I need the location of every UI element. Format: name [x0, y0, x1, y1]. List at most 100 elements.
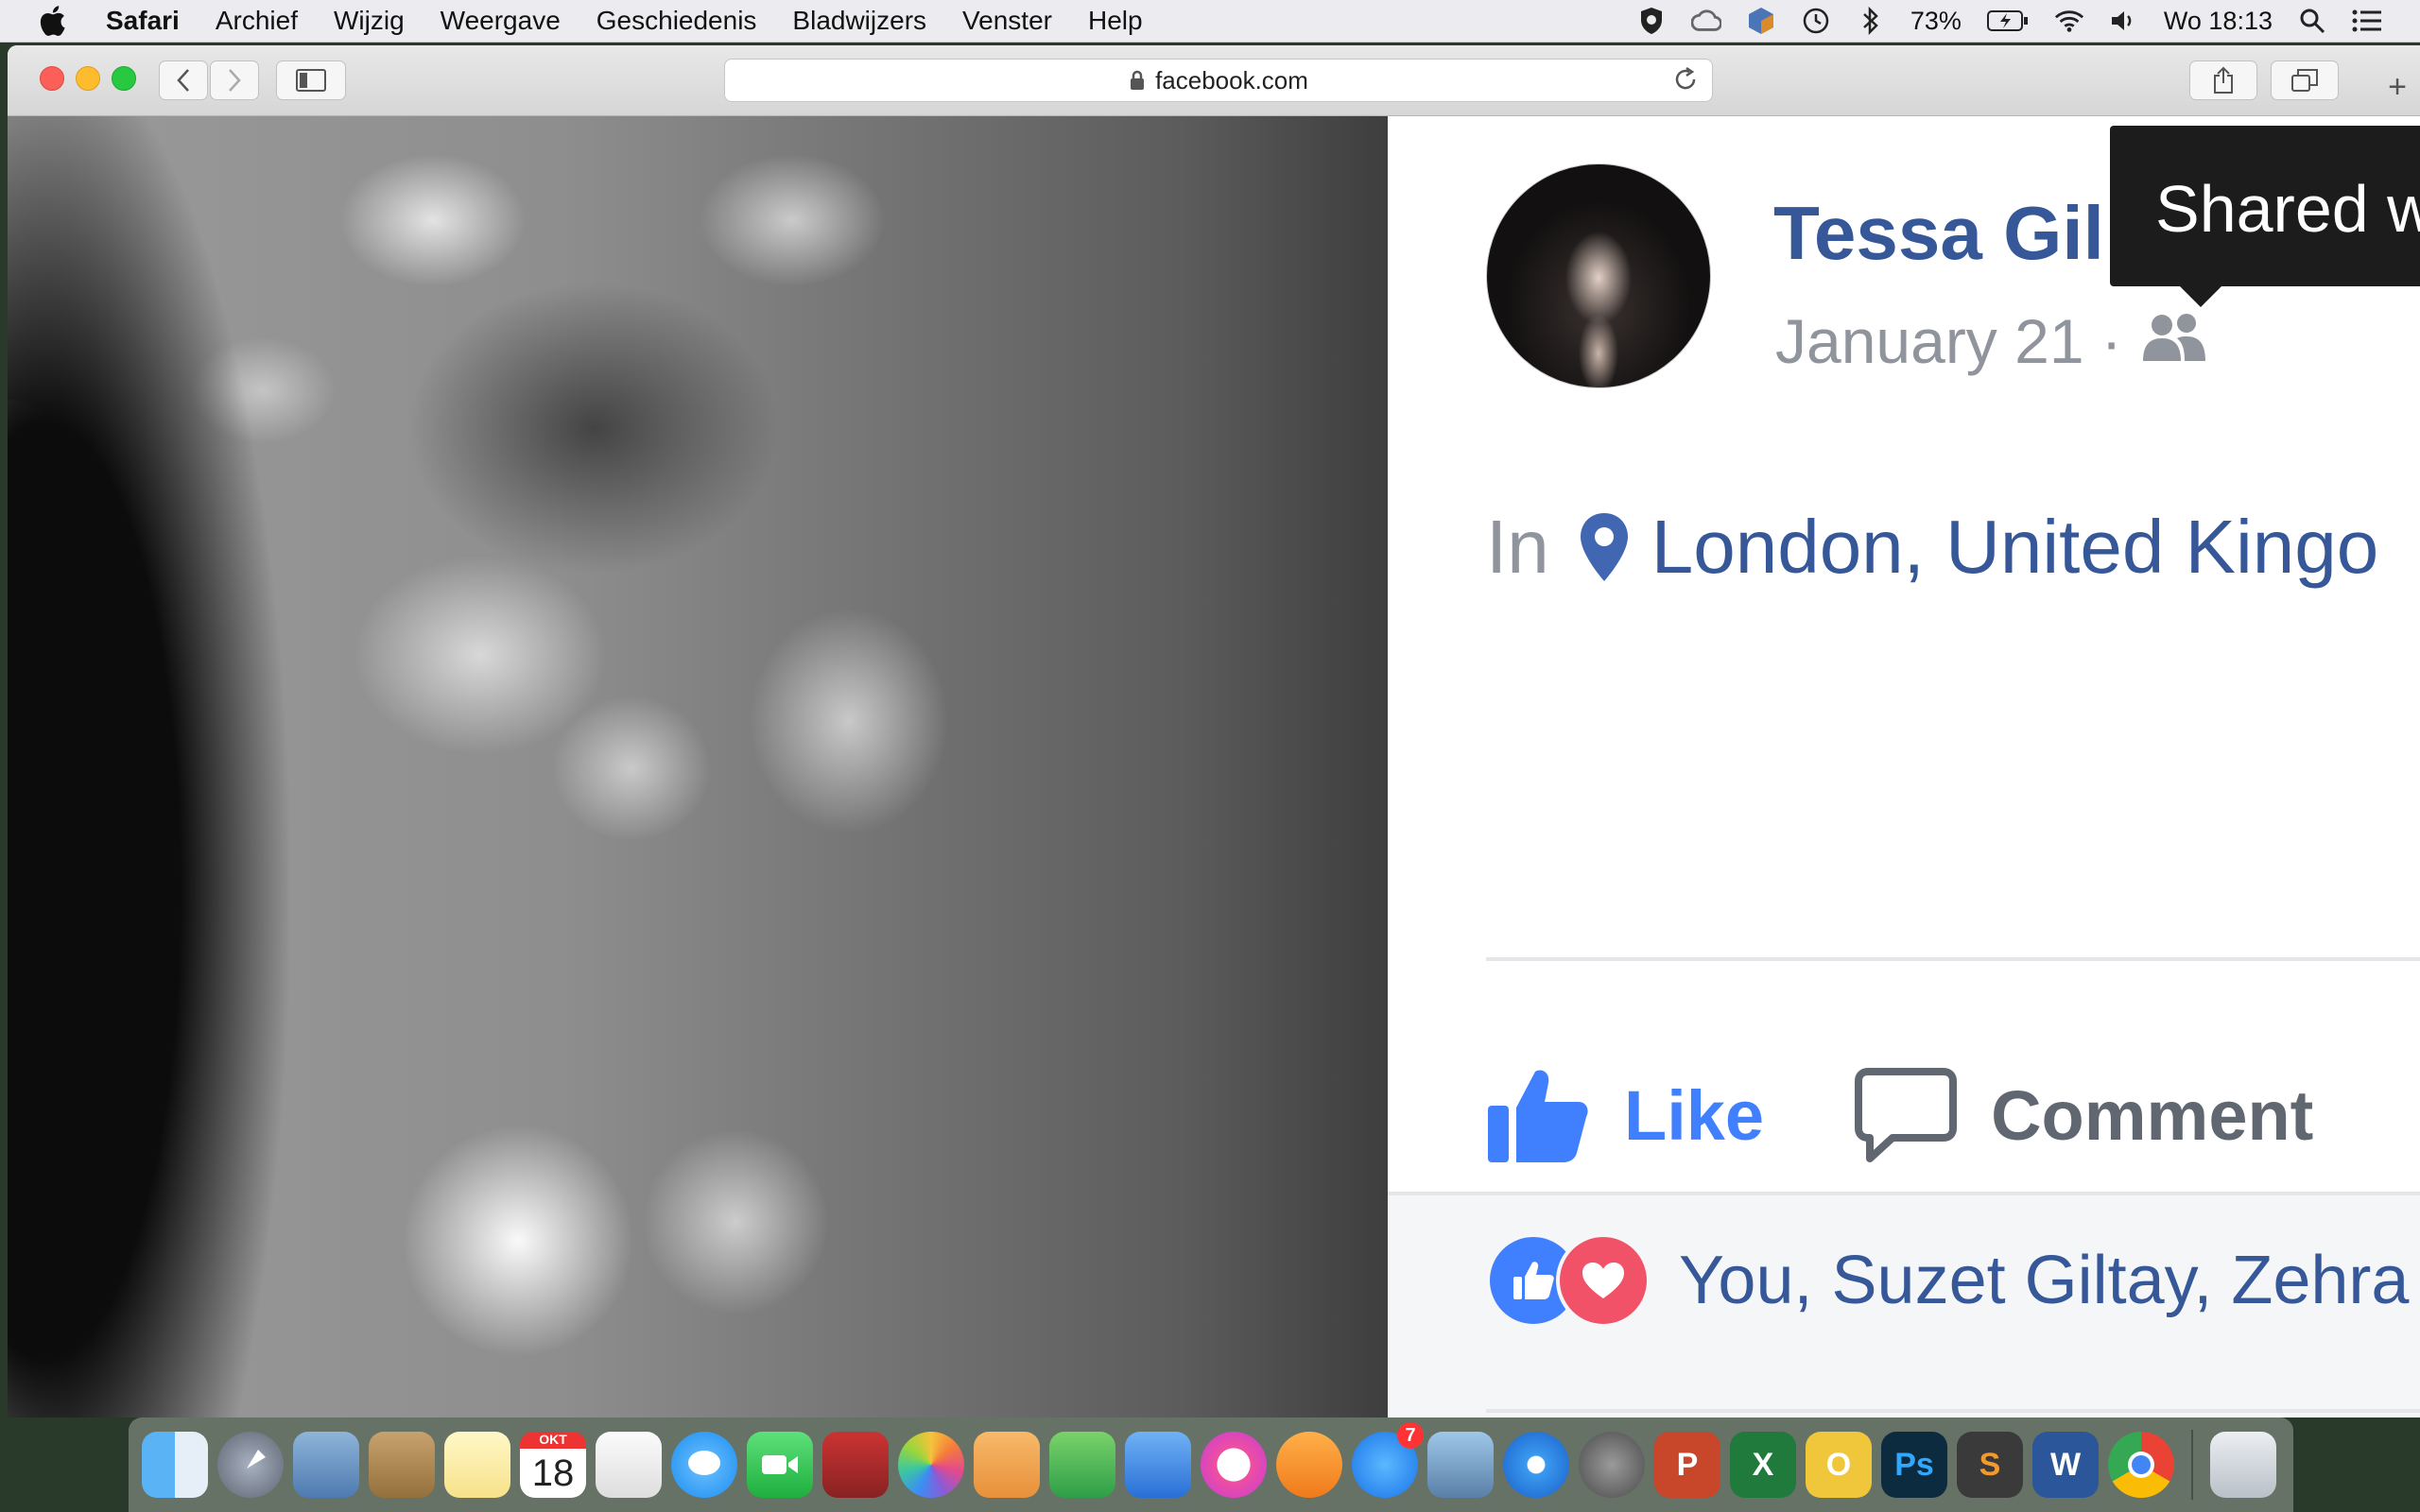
- messages-icon[interactable]: [671, 1432, 737, 1498]
- clock[interactable]: Wo 18:13: [2164, 7, 2273, 36]
- app-store-badge: 7: [1397, 1422, 1424, 1449]
- lock-icon: [1129, 70, 1146, 91]
- reactions-names[interactable]: You, Suzet Giltay, Zehra: [1679, 1242, 2409, 1319]
- dock-separator: [2191, 1430, 2193, 1500]
- reactions-summary[interactable]: You, Suzet Giltay, Zehra: [1486, 1233, 2409, 1328]
- thumbs-up-icon: [1486, 1066, 1590, 1164]
- finder-icon[interactable]: [142, 1432, 208, 1498]
- time-machine-icon[interactable]: [1801, 6, 1831, 36]
- photo-booth-icon[interactable]: [822, 1432, 889, 1498]
- outlook-icon[interactable]: O: [1806, 1432, 1872, 1498]
- preview-icon[interactable]: [293, 1432, 359, 1498]
- menubar: Safari Archief Wijzig Weergave Geschiede…: [0, 0, 2420, 43]
- bluetooth-icon[interactable]: [1856, 6, 1886, 36]
- menu-archief[interactable]: Archief: [216, 6, 298, 36]
- map-pin-icon: [1578, 511, 1631, 583]
- location-link[interactable]: London, United Kingo: [1651, 504, 2379, 591]
- url-text: facebook.com: [1155, 65, 1308, 94]
- menu-bladwijzers[interactable]: Bladwijzers: [792, 6, 926, 36]
- back-button[interactable]: [159, 60, 208, 100]
- comment-button[interactable]: Comment: [1855, 1066, 2313, 1164]
- audience-tooltip: Shared w: [2110, 126, 2420, 286]
- contacts-icon[interactable]: [369, 1432, 435, 1498]
- itunes-icon[interactable]: [1201, 1432, 1267, 1498]
- actions-divider: [1486, 957, 2420, 961]
- trash-icon[interactable]: [2210, 1432, 2276, 1498]
- chevron-left-icon: [177, 69, 189, 92]
- like-button[interactable]: Like: [1486, 1066, 1764, 1164]
- reminders-icon[interactable]: [596, 1432, 662, 1498]
- like-label: Like: [1624, 1075, 1765, 1155]
- fullscreen-window-button[interactable]: [112, 66, 136, 91]
- pages-icon[interactable]: [974, 1432, 1040, 1498]
- ibooks-icon[interactable]: [1276, 1432, 1342, 1498]
- post-meta: January 21 ·: [1775, 305, 2207, 377]
- menu-wijzig[interactable]: Wijzig: [334, 6, 405, 36]
- volume-icon[interactable]: [2109, 6, 2139, 36]
- reactions-divider: [1486, 1409, 2420, 1413]
- post-actions: Like Comment: [1486, 1066, 2313, 1164]
- system-preferences-icon[interactable]: [1579, 1432, 1645, 1498]
- menu-venster[interactable]: Venster: [962, 6, 1052, 36]
- share-icon: [2214, 66, 2233, 94]
- app-store-icon[interactable]: 7: [1352, 1422, 1424, 1498]
- keynote-icon[interactable]: [1125, 1432, 1191, 1498]
- author-avatar[interactable]: [1486, 163, 1711, 388]
- photos-icon[interactable]: [898, 1432, 964, 1498]
- calendar-icon[interactable]: OKT 18: [520, 1432, 586, 1498]
- dock: OKT 18 7 P X O Ps S W: [129, 1418, 2293, 1512]
- tooltip-arrow: [2180, 286, 2221, 307]
- spotlight-search-icon[interactable]: [2297, 6, 2327, 36]
- close-window-button[interactable]: [40, 66, 64, 91]
- photo-subject-hair: [8, 116, 461, 1418]
- shield-icon[interactable]: [1636, 6, 1667, 36]
- numbers-icon[interactable]: [1049, 1432, 1115, 1498]
- menu-help[interactable]: Help: [1088, 6, 1143, 36]
- safari-icon[interactable]: [1503, 1432, 1569, 1498]
- image-capture-icon[interactable]: [1427, 1432, 1494, 1498]
- excel-icon[interactable]: X: [1730, 1432, 1796, 1498]
- sublime-text-icon[interactable]: S: [1957, 1432, 2023, 1498]
- reactions-section: You, Suzet Giltay, Zehra: [1388, 1192, 2420, 1418]
- facetime-icon[interactable]: [747, 1432, 813, 1498]
- post-photo[interactable]: [8, 116, 1388, 1418]
- forward-button[interactable]: [210, 60, 259, 100]
- menu-weergave[interactable]: Weergave: [441, 6, 561, 36]
- share-button[interactable]: [2189, 60, 2257, 100]
- comment-bubble-icon: [1855, 1066, 1958, 1164]
- launchpad-icon[interactable]: [217, 1432, 284, 1498]
- safari-toolbar: facebook.com +: [8, 45, 2420, 116]
- tabs-icon: [2291, 69, 2318, 92]
- calendar-month: OKT: [520, 1432, 586, 1449]
- notes-icon[interactable]: [444, 1432, 510, 1498]
- post-date[interactable]: January 21: [1775, 305, 2084, 377]
- wifi-icon[interactable]: [2054, 6, 2084, 36]
- word-icon[interactable]: W: [2032, 1432, 2099, 1498]
- powerpoint-icon[interactable]: P: [1654, 1432, 1720, 1498]
- meta-separator: ·: [2100, 306, 2122, 376]
- post-location: In London, United Kingo: [1486, 504, 2378, 591]
- chrome-icon[interactable]: [2108, 1432, 2174, 1498]
- creative-cloud-icon[interactable]: [1690, 6, 1721, 36]
- menu-geschiedenis[interactable]: Geschiedenis: [596, 6, 757, 36]
- sidebar-button[interactable]: [276, 60, 346, 100]
- menu-safari[interactable]: Safari: [106, 6, 180, 36]
- comment-label: Comment: [1991, 1075, 2314, 1155]
- photoshop-icon[interactable]: Ps: [1881, 1432, 1947, 1498]
- sidebar-icon: [296, 69, 326, 92]
- minimize-window-button[interactable]: [76, 66, 100, 91]
- tab-overview-button[interactable]: [2271, 60, 2339, 100]
- author-name[interactable]: Tessa Gil: [1773, 190, 2104, 277]
- battery-percentage[interactable]: 73%: [1910, 7, 1962, 36]
- reload-icon[interactable]: [1672, 66, 1699, 93]
- battery-charging-icon[interactable]: [1986, 6, 2030, 36]
- cube-icon[interactable]: [1746, 6, 1776, 36]
- apple-menu-icon[interactable]: [38, 5, 74, 37]
- chevron-right-icon: [229, 69, 241, 92]
- address-bar[interactable]: facebook.com: [724, 59, 1713, 102]
- calendar-day: 18: [531, 1452, 575, 1494]
- safari-window: facebook.com + Tessa Gil January 21 · Sh…: [8, 45, 2420, 1418]
- new-tab-button[interactable]: +: [2375, 64, 2420, 110]
- friends-audience-icon[interactable]: [2139, 305, 2207, 377]
- notification-center-icon[interactable]: [2352, 6, 2382, 36]
